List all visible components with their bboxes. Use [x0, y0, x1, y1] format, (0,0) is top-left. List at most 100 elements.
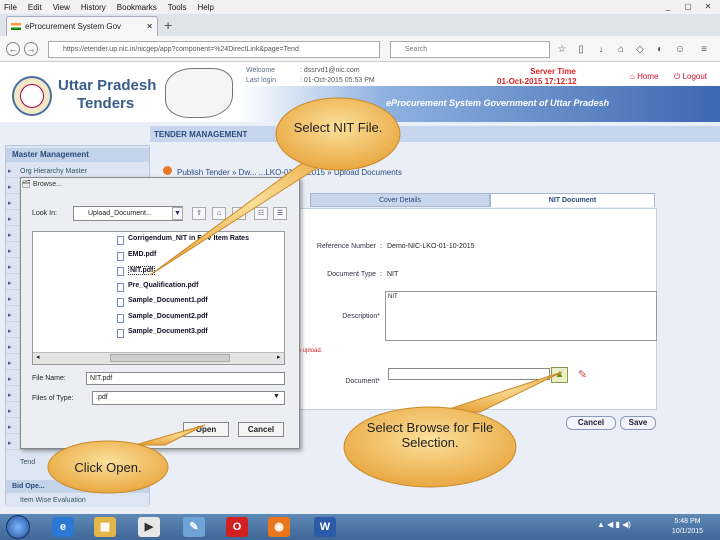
minimize-button[interactable]: _	[658, 1, 678, 13]
sidebar-arrow-icon: ▸	[8, 232, 12, 239]
dialog-cancel-button[interactable]: Cancel	[238, 422, 284, 437]
maximize-button[interactable]: ▢	[678, 1, 698, 13]
reading-list-icon[interactable]: ▯	[575, 44, 587, 56]
document-type-label: Document Type	[327, 271, 376, 278]
scroll-right-icon[interactable]: ▸	[277, 353, 281, 361]
sidebar-arrow-icon: ▸	[8, 280, 12, 287]
file-item[interactable]: Pre_Qualification.pdf	[128, 282, 198, 289]
close-window-button[interactable]: ✕	[698, 1, 718, 13]
paint-icon[interactable]: ✎	[183, 517, 205, 537]
tab-close-icon[interactable]: ✕	[146, 22, 153, 31]
file-item[interactable]: Corrigendum_NIT in ECV Item Rates	[128, 235, 249, 242]
tab-nit-document[interactable]: NIT Document	[490, 193, 655, 207]
opera-icon[interactable]: O	[226, 517, 248, 537]
filename-input[interactable]: NIT.pdf	[86, 372, 285, 385]
lastlogin-label: Last login	[246, 77, 276, 84]
home-folder-icon[interactable]: ⌂	[212, 207, 226, 220]
forward-icon[interactable]: →	[24, 42, 38, 56]
sidebar-arrow-icon: ▸	[8, 360, 12, 367]
word-icon[interactable]: W	[314, 517, 336, 537]
pdf-file-icon	[117, 313, 124, 323]
smiley-icon[interactable]: ☺	[674, 44, 686, 56]
start-button-icon[interactable]	[6, 515, 30, 539]
lookin-select[interactable]: Upload_Document...	[73, 206, 183, 221]
lookin-dropdown-icon[interactable]: ▼	[172, 207, 183, 220]
new-folder-icon[interactable]: +	[232, 207, 246, 220]
sidebar-arrow-icon: ▸	[8, 376, 12, 383]
firefox-icon[interactable]: ◉	[268, 517, 290, 537]
sidebar-arrow-icon: ▸	[8, 440, 12, 447]
file-item[interactable]: Sample_Document2.pdf	[128, 313, 208, 320]
pdf-file-icon	[117, 236, 124, 245]
callout-nit-text: Select NIT File.	[293, 120, 383, 135]
clock-time: 5:48 PM	[674, 518, 701, 525]
breadcrumb[interactable]: Publish Tender » Dw... ...LKO-01-10-2015…	[177, 168, 402, 177]
menu-bookmarks[interactable]: Bookmarks	[117, 3, 157, 12]
explorer-icon[interactable]: ▦	[94, 517, 116, 537]
save-button[interactable]: Save	[620, 416, 656, 430]
file-item[interactable]: Sample_Document1.pdf	[128, 297, 208, 304]
browse-icon[interactable]: ▲	[551, 367, 568, 383]
scroll-left-icon[interactable]: ◂	[36, 353, 40, 361]
dialog-title: 🗂 Browse...	[22, 180, 62, 188]
details-view-icon[interactable]: ☰	[273, 207, 287, 220]
share-icon[interactable]: ◐	[654, 44, 666, 56]
sidebar-heading-bid-opening[interactable]: Bid Ope...	[6, 480, 149, 493]
filetype-label: Files of Type:	[32, 395, 74, 402]
pdf-file-icon	[117, 251, 124, 261]
file-item-selected[interactable]: NIT.pdf	[128, 266, 156, 275]
sidebar-arrow-icon: ▸	[8, 248, 12, 255]
pdf-file-icon	[117, 267, 124, 276]
home-icon[interactable]: ⌂	[615, 44, 627, 56]
sidebar-heading[interactable]: Master Management	[6, 148, 149, 162]
sidebar-arrow-icon: ▸	[8, 408, 12, 415]
taskbar-clock[interactable]: 5:48 PM 10/1/2015	[660, 517, 715, 537]
logout-link[interactable]: ⏻ Logout	[674, 72, 707, 82]
file-item[interactable]: EMD.pdf	[128, 251, 156, 258]
menu-file[interactable]: File	[4, 3, 17, 12]
dialog-title-icon: 🗂	[22, 181, 33, 188]
menu-edit[interactable]: Edit	[28, 3, 42, 12]
filetype-dropdown-icon[interactable]: ▼	[273, 393, 280, 400]
document-file-input[interactable]	[388, 368, 550, 380]
description-textarea[interactable]: NIT	[385, 291, 657, 341]
pocket-icon[interactable]: ◇	[634, 44, 646, 56]
tab-title: eProcurement System Gov	[25, 22, 122, 31]
sidebar-arrow-icon: ▸	[8, 344, 12, 351]
delete-icon[interactable]: ✎	[575, 367, 590, 383]
document-type-value: NIT	[387, 271, 399, 278]
up-folder-icon[interactable]: ⇧	[192, 207, 206, 220]
pdf-file-icon	[117, 282, 124, 292]
file-item[interactable]: Sample_Document3.pdf	[128, 328, 208, 335]
hamburger-menu-icon[interactable]: ≡	[698, 44, 710, 56]
dialog-close-icon[interactable]: ✕	[283, 179, 295, 189]
url-bar[interactable]: https://etender.up.nic.in/nicgep/app?com…	[48, 41, 380, 58]
system-tray-icons[interactable]: ▲ ◀ ▮ ◀)	[597, 520, 631, 529]
ie-icon[interactable]: e	[52, 517, 74, 537]
open-button[interactable]: Open	[183, 422, 229, 437]
browser-tab[interactable]: eProcurement System Gov ✕	[6, 16, 158, 36]
star-icon[interactable]: ☆	[556, 44, 568, 56]
menu-view[interactable]: View	[53, 3, 70, 12]
reference-number-value: Demo-NIC-LKO-01-10-2015	[387, 243, 475, 250]
new-tab-icon[interactable]: +	[164, 17, 172, 33]
menu-tools[interactable]: Tools	[168, 3, 187, 12]
sidebar-arrow-icon: ▸	[8, 424, 12, 431]
home-link[interactable]: ⌂ Home	[630, 72, 658, 81]
site-title-line2: Tenders	[77, 95, 135, 112]
tab-cover-details[interactable]: Cover Details	[310, 193, 490, 207]
cancel-button[interactable]: Cancel	[566, 416, 616, 430]
menu-help[interactable]: Help	[197, 3, 213, 12]
sidebar-arrow-icon: ▸	[8, 216, 12, 223]
media-player-icon[interactable]: ▶	[138, 517, 160, 537]
list-view-icon[interactable]: ☷	[254, 207, 268, 220]
filetype-select[interactable]: .pdf	[92, 391, 285, 405]
scrollbar-thumb[interactable]	[110, 354, 230, 362]
menu-history[interactable]: History	[81, 3, 106, 12]
search-input[interactable]: Search	[390, 41, 550, 58]
download-icon[interactable]: ↓	[595, 44, 607, 56]
back-icon[interactable]: ←	[6, 42, 20, 56]
pdf-file-icon	[117, 298, 124, 307]
lookin-label: Look In:	[32, 210, 57, 217]
sidebar-item-item-wise-evaluation[interactable]: Item Wise Evaluation	[6, 494, 149, 507]
